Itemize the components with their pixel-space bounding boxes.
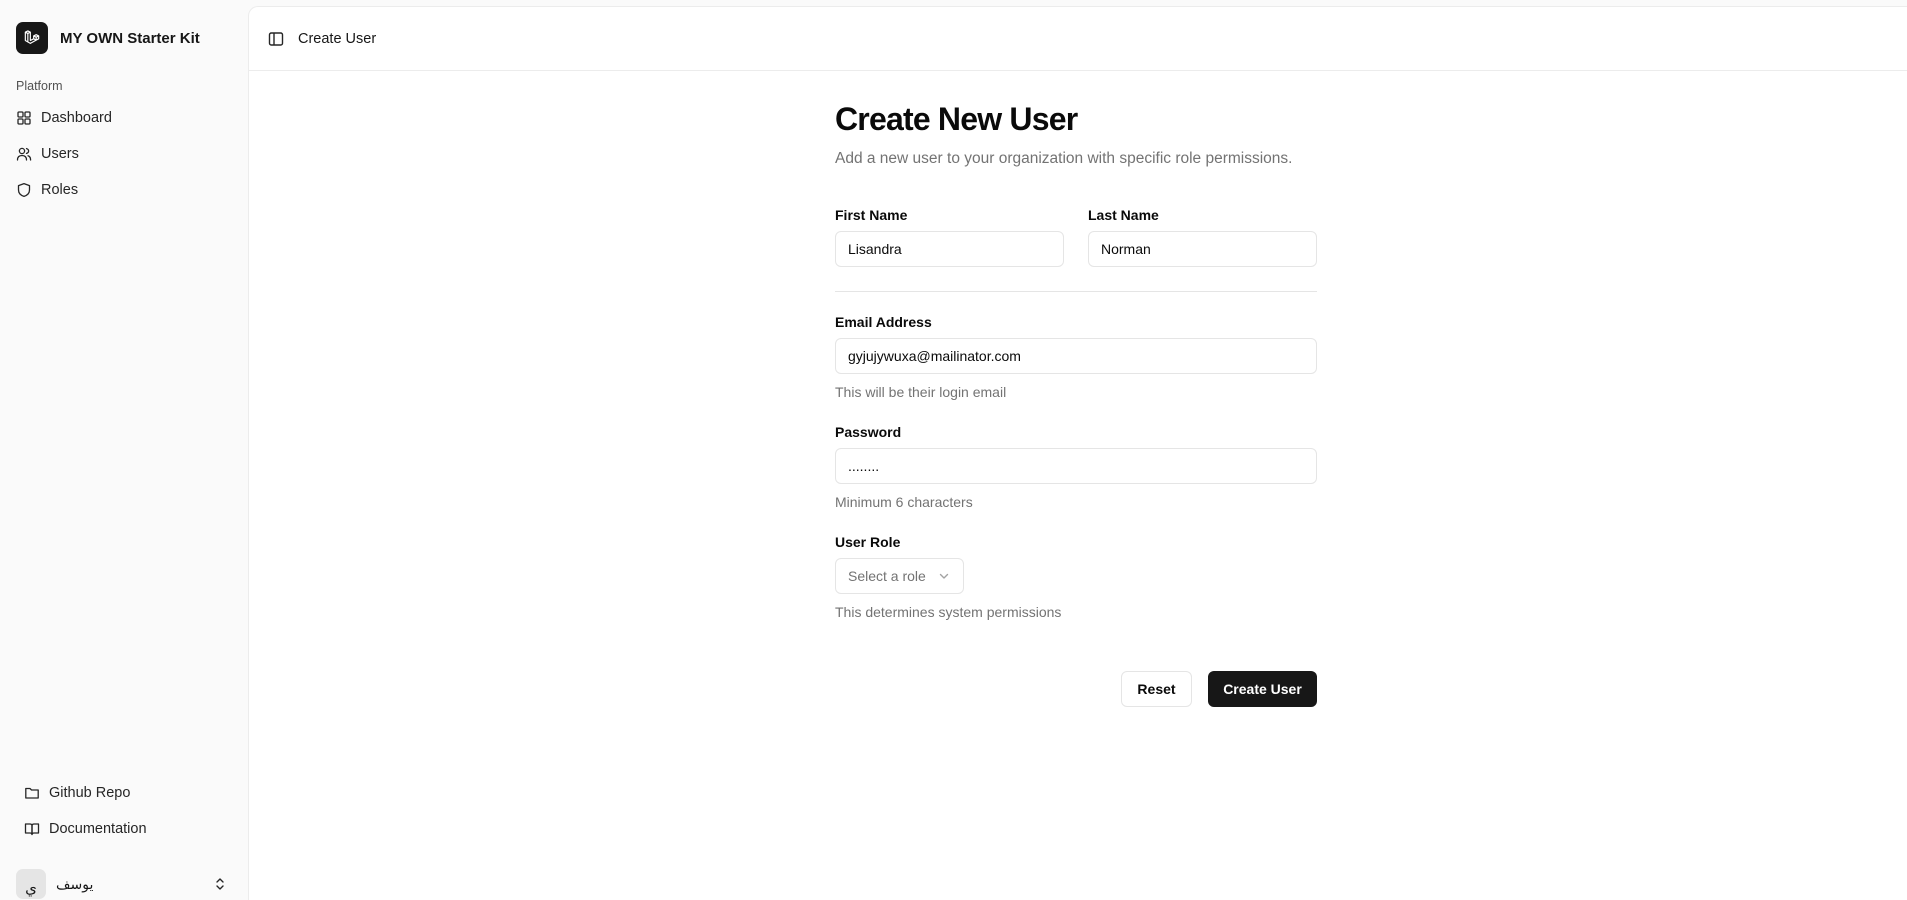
create-user-button[interactable]: Create User (1208, 671, 1317, 707)
role-label: User Role (835, 534, 901, 550)
shield-icon (16, 182, 32, 198)
form-actions: Reset Create User (1121, 671, 1317, 707)
sidebar-item-dashboard[interactable]: Dashboard (8, 100, 240, 136)
first-name-input[interactable] (835, 231, 1064, 267)
main-panel: Create User Create New User Add a new us… (248, 6, 1907, 900)
user-menu-button[interactable]: ي يوسف (16, 868, 228, 900)
sidebar-item-users[interactable]: Users (8, 136, 240, 172)
breadcrumb[interactable]: Create User (298, 31, 376, 47)
app-name: MY OWN Starter Kit (60, 29, 200, 47)
sidebar-item-roles[interactable]: Roles (8, 172, 240, 208)
page-subtitle: Add a new user to your organization with… (835, 150, 1293, 167)
sidebar-item-documentation[interactable]: Documentation (16, 811, 236, 847)
app-root: MY OWN Starter Kit Platform Dashboard Us… (0, 0, 1907, 900)
brand[interactable]: MY OWN Starter Kit (16, 22, 200, 54)
book-icon (24, 821, 40, 837)
chevrons-up-down-icon (212, 876, 228, 892)
last-name-label: Last Name (1088, 207, 1159, 223)
password-input[interactable] (835, 448, 1317, 484)
email-input[interactable] (835, 338, 1317, 374)
sidebar-item-label: Documentation (49, 821, 147, 837)
last-name-input[interactable] (1088, 231, 1317, 267)
role-select-placeholder: Select a role (848, 568, 926, 584)
sidebar-item-label: Roles (41, 182, 79, 198)
role-hint: This determines system permissions (835, 604, 1062, 620)
users-icon (16, 146, 32, 162)
email-hint: This will be their login email (835, 384, 1007, 400)
sidebar-nav: Dashboard Users Roles (8, 100, 240, 208)
password-group: Password Minimum 6 characters (835, 424, 1317, 510)
role-select[interactable]: Select a role (835, 558, 964, 594)
folder-icon (24, 785, 40, 801)
chevron-down-icon (937, 569, 951, 583)
laravel-logo-icon (16, 22, 48, 54)
sidebar-toggle-icon[interactable] (267, 30, 285, 48)
sidebar-section-label: Platform (16, 79, 63, 93)
sidebar-item-github-repo[interactable]: Github Repo (16, 775, 236, 811)
create-user-form: Create New User Add a new user to your o… (835, 101, 1317, 707)
name-row: First Name Last Name (835, 207, 1317, 267)
sidebar-item-label: Dashboard (41, 110, 112, 126)
topbar: Create User (249, 7, 1907, 71)
divider (835, 291, 1317, 292)
last-name-group: Last Name (1088, 207, 1317, 267)
sidebar-item-label: Users (41, 146, 79, 162)
email-group: Email Address This will be their login e… (835, 314, 1317, 400)
sidebar: MY OWN Starter Kit Platform Dashboard Us… (0, 0, 248, 900)
role-group: User Role Select a role This determines … (835, 534, 1317, 620)
password-hint: Minimum 6 characters (835, 494, 973, 510)
email-label: Email Address (835, 314, 932, 330)
sidebar-footer-nav: Github Repo Documentation (16, 775, 236, 847)
avatar: ي (16, 869, 46, 899)
first-name-label: First Name (835, 207, 908, 223)
user-name: يوسف (56, 875, 94, 892)
grid-icon (16, 110, 32, 126)
page-title: Create New User (835, 101, 1078, 137)
first-name-group: First Name (835, 207, 1064, 267)
sidebar-item-label: Github Repo (49, 785, 131, 801)
reset-button[interactable]: Reset (1121, 671, 1192, 707)
password-label: Password (835, 424, 902, 440)
